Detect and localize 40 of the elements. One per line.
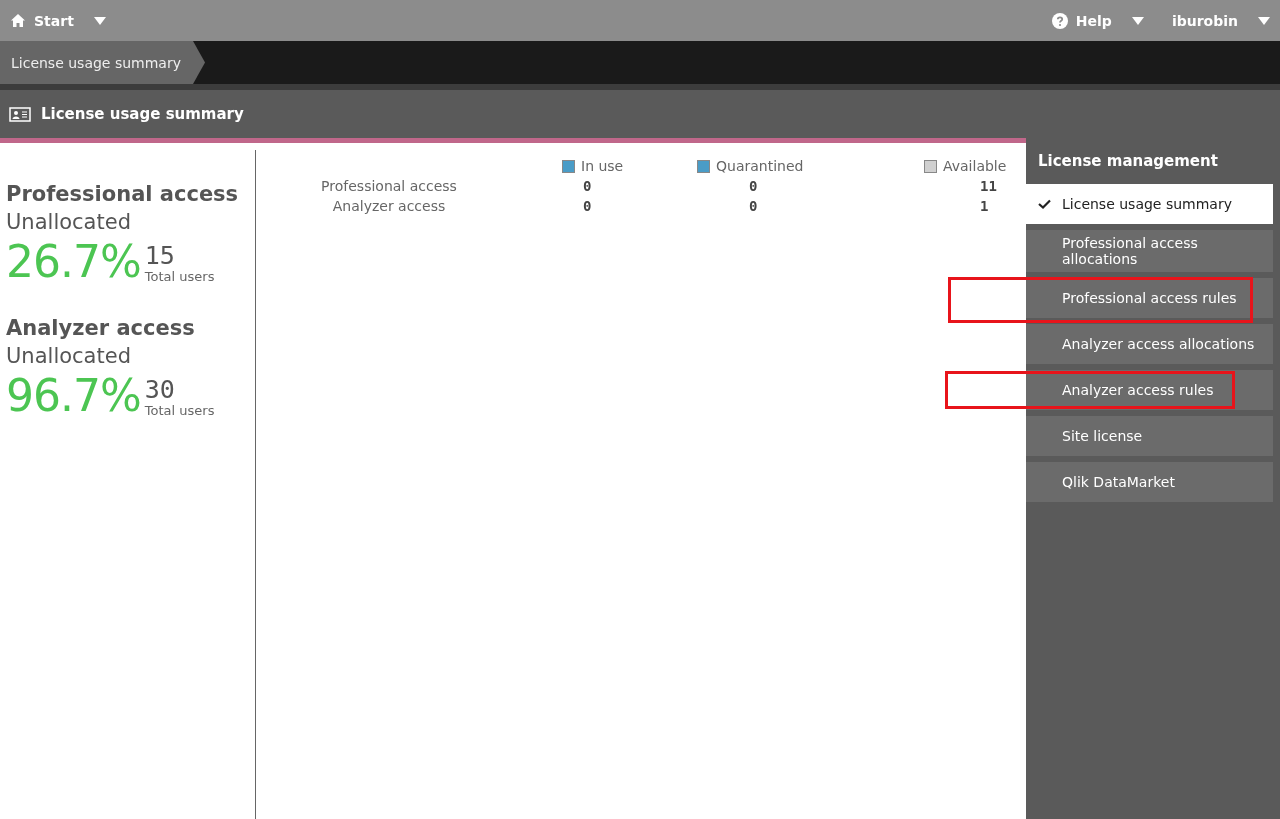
row-label: Analyzer access — [331, 198, 447, 214]
total-count: 15 — [144, 243, 176, 269]
stat-subtitle: Unallocated — [6, 343, 132, 370]
table-cell: 0 — [749, 178, 758, 194]
sidebar-item[interactable]: Analyzer access allocations — [1026, 324, 1273, 364]
table-cell: 0 — [583, 178, 592, 194]
sidebar-item[interactable]: License usage summary — [1026, 184, 1273, 224]
sidebar-item[interactable]: Professional access allocations — [1026, 230, 1273, 272]
total-label: Total users — [144, 269, 215, 284]
caret-icon — [1131, 16, 1144, 25]
percentage-value: 96.7% — [6, 372, 141, 420]
column-header: Quarantined — [716, 158, 804, 174]
stat-subtitle: Unallocated — [6, 209, 132, 236]
page-title: License usage summary — [41, 105, 244, 123]
percentage-value: 26.7% — [6, 238, 141, 286]
column-header: Available — [943, 158, 1007, 174]
column-header: In use — [581, 158, 624, 174]
sidebar-item[interactable]: Professional access rules — [1026, 278, 1273, 318]
row-label: Professional access — [320, 178, 458, 194]
user-menu-button[interactable]: iburobin — [1167, 12, 1274, 29]
table-cell: 11 — [980, 178, 997, 194]
house-icon — [10, 13, 26, 28]
help-menu-button[interactable]: Help — [1047, 12, 1148, 29]
start-menu-button[interactable]: Start — [6, 12, 110, 29]
caret-icon — [1258, 16, 1270, 25]
sidebar-item[interactable]: Qlik DataMarket — [1026, 462, 1273, 502]
caret-icon — [93, 16, 106, 25]
sidebar-title: License management — [1037, 151, 1219, 172]
id-card-icon — [9, 106, 31, 122]
table-cell: 0 — [749, 198, 758, 214]
breadcrumb-item[interactable]: License usage summary — [0, 41, 205, 84]
stat-title: Analyzer access — [6, 315, 196, 342]
help-icon — [1051, 12, 1068, 29]
stat-title: Professional access — [6, 181, 240, 208]
checkmark-icon — [1038, 199, 1051, 209]
total-count: 30 — [144, 377, 176, 403]
table-cell: 1 — [980, 198, 989, 214]
sidebar-item[interactable]: Site license — [1026, 416, 1273, 456]
table-cell: 0 — [583, 198, 592, 214]
total-label: Total users — [144, 403, 215, 418]
